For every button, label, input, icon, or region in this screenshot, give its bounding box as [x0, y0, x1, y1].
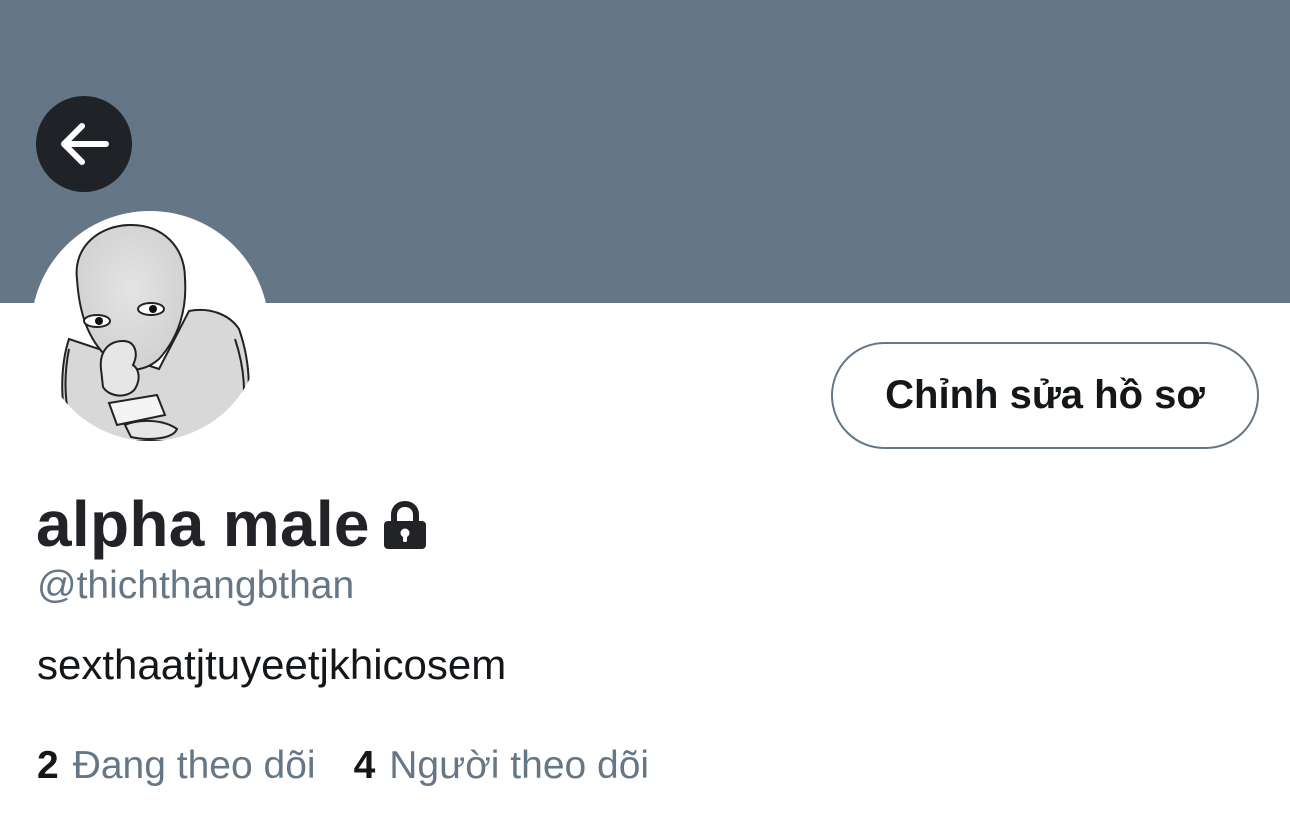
avatar-drawing [39, 219, 261, 441]
profile-handle: @thichthangbthan [37, 564, 355, 607]
following-link[interactable]: 2 Đang theo dõi [37, 740, 316, 792]
following-count: 2 [37, 744, 59, 787]
following-label: Đang theo dõi [72, 744, 316, 787]
edit-profile-button[interactable]: Chỉnh sửa hồ sơ [831, 342, 1259, 449]
followers-label: Người theo dõi [389, 744, 650, 787]
arrow-left-icon [61, 123, 109, 165]
follow-stats: 2 Đang theo dõi 4 Người theo dõi [37, 740, 649, 792]
profile-bio: sexthaatjtuyeetjkhicosem [37, 641, 507, 688]
followers-link[interactable]: 4 Người theo dõi [354, 740, 650, 792]
avatar[interactable] [39, 219, 261, 441]
profile-page: Chỉnh sửa hồ sơ alpha male @thichthangbt… [0, 0, 1290, 818]
back-button[interactable] [36, 96, 132, 192]
name-row: alpha male [36, 484, 428, 564]
lock-icon [383, 501, 426, 549]
display-name: alpha male [36, 488, 370, 560]
followers-count: 4 [353, 744, 376, 787]
